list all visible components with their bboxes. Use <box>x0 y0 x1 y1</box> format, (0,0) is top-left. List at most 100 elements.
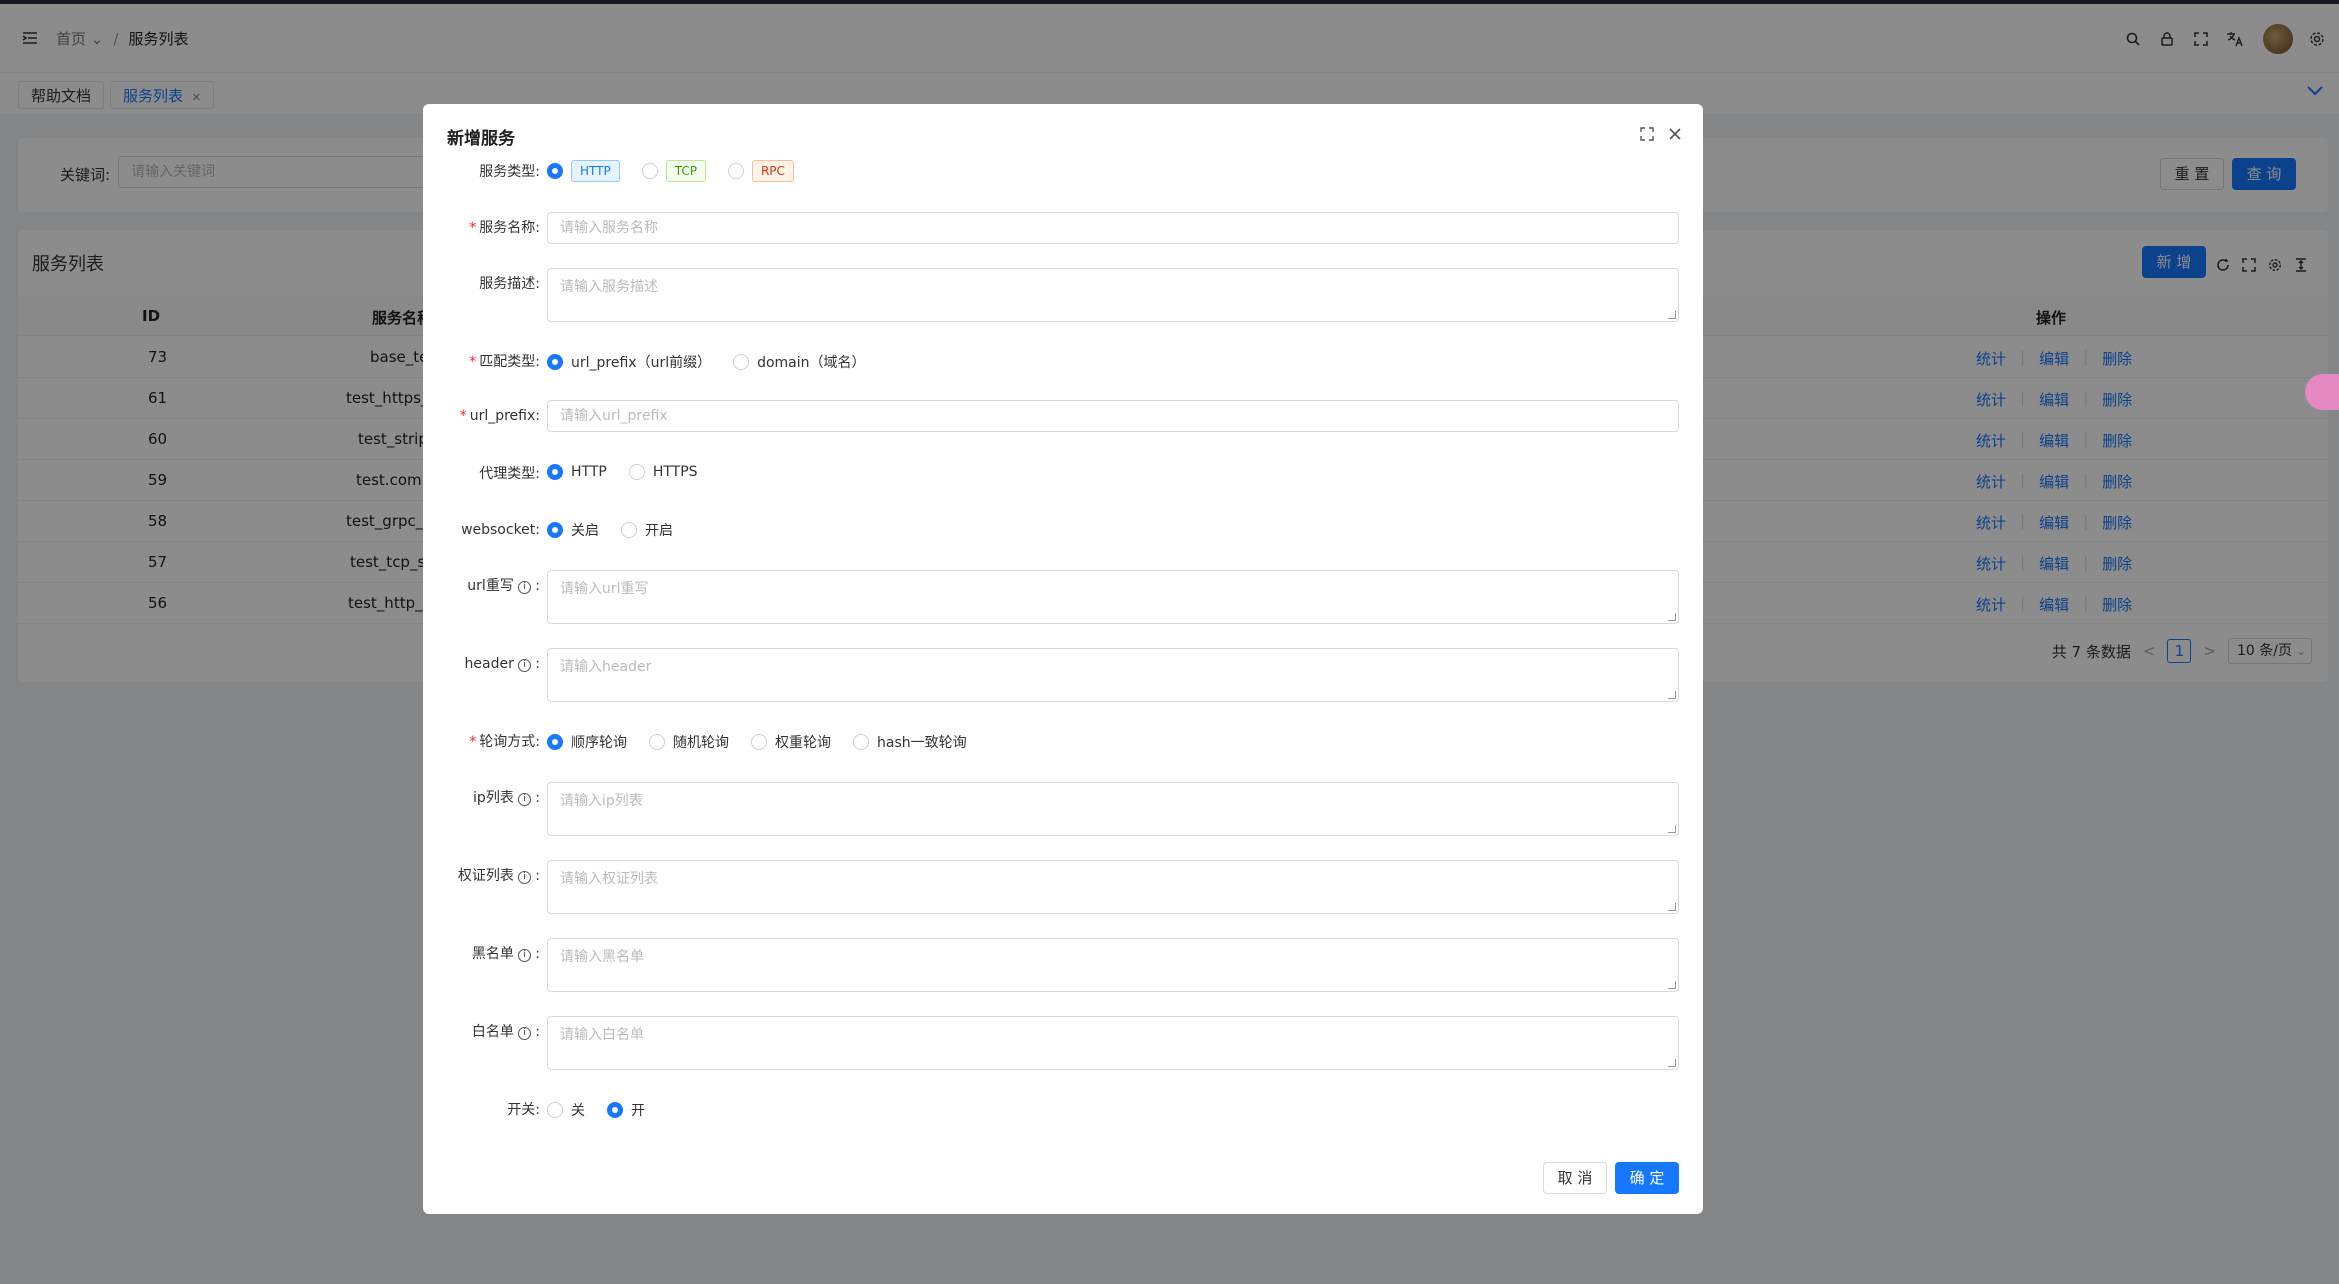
radio-switch-on[interactable]: 开 <box>607 1100 645 1120</box>
info-icon[interactable]: i <box>517 659 531 672</box>
radio-dot <box>607 1102 623 1118</box>
radio-dot <box>733 354 750 370</box>
label-text: websocket <box>461 522 536 538</box>
tag-tcp: TCP <box>665 160 706 182</box>
header-textarea[interactable]: 请输入header <box>547 648 1679 702</box>
radio-dot <box>641 163 658 179</box>
tag-rpc: RPC <box>751 160 794 182</box>
radio-label: HTTP <box>571 464 607 480</box>
radio-weighted[interactable]: 权重轮询 <box>751 732 831 752</box>
radio-label: 随机轮询 <box>673 735 729 751</box>
websocket-radio-group: 关启 开启 <box>547 520 695 540</box>
round-type-radio-group: 顺序轮询 随机轮询 权重轮询 hash一致轮询 <box>547 732 989 752</box>
label-colon: : <box>535 868 540 884</box>
label-text: 服务类型 <box>479 164 536 180</box>
header-label: header i : <box>465 654 540 674</box>
label-colon: : <box>535 790 540 806</box>
label-colon: : <box>535 408 540 424</box>
radio-proxy-https[interactable]: HTTPS <box>628 464 698 480</box>
radio-domain[interactable]: domain（域名） <box>733 352 866 372</box>
service-type-radio-group: HTTP TCP RPC <box>547 160 816 182</box>
fullscreen-icon[interactable] <box>1639 126 1655 142</box>
radio-round-robin[interactable]: 顺序轮询 <box>547 732 627 752</box>
switch-label: 开关: <box>507 1100 540 1120</box>
whitelist-textarea[interactable]: 请输入白名单 <box>547 1016 1679 1070</box>
dialog-tools <box>1639 126 1683 142</box>
radio-rpc[interactable]: RPC <box>727 160 794 182</box>
floating-assistant-icon[interactable] <box>2305 374 2339 410</box>
tag-http: HTTP <box>571 160 620 182</box>
info-icon[interactable]: i <box>517 581 531 594</box>
radio-websocket-off[interactable]: 关启 <box>547 520 599 540</box>
label-colon: : <box>535 946 540 962</box>
radio-tcp[interactable]: TCP <box>641 160 706 182</box>
url-prefix-label: * url_prefix: <box>460 406 540 426</box>
label-text: 匹配类型 <box>479 354 536 370</box>
match-type-radio-group: url_prefix（url前缀） domain（域名） <box>547 352 888 372</box>
whitelist-label: 白名单 i : <box>472 1022 540 1042</box>
label-text: ip列表 <box>473 790 514 806</box>
label-text: 权证列表 <box>457 868 514 884</box>
ip-list-label: ip列表 i : <box>473 788 540 808</box>
label-colon: : <box>535 276 540 292</box>
url-rewrite-textarea[interactable]: 请输入url重写 <box>547 570 1679 624</box>
radio-hash[interactable]: hash一致轮询 <box>853 732 967 752</box>
service-desc-textarea[interactable]: 请输入服务描述 <box>547 268 1679 322</box>
radio-switch-off[interactable]: 关 <box>547 1100 585 1120</box>
label-colon: : <box>535 164 540 180</box>
info-icon[interactable]: i <box>517 949 531 962</box>
blacklist-textarea[interactable]: 请输入黑名单 <box>547 938 1679 992</box>
radio-label: 关 <box>571 1103 585 1119</box>
label-colon: : <box>535 734 540 750</box>
websocket-label: websocket: <box>461 520 540 540</box>
radio-dot <box>727 163 744 179</box>
label-text: url_prefix <box>469 408 536 424</box>
info-icon[interactable]: i <box>517 871 531 884</box>
url-prefix-input[interactable]: 请输入url_prefix <box>547 400 1679 432</box>
label-text: 服务名称 <box>479 220 536 236</box>
required-mark: * <box>469 354 477 370</box>
radio-label: 关启 <box>571 523 599 539</box>
radio-label: 开 <box>631 1103 645 1119</box>
proxy-type-label: 代理类型: <box>479 464 540 484</box>
auth-list-textarea[interactable]: 请输入权证列表 <box>547 860 1679 914</box>
label-colon: : <box>535 1024 540 1040</box>
cancel-button[interactable]: 取 消 <box>1543 1162 1607 1194</box>
confirm-button[interactable]: 确 定 <box>1615 1162 1679 1194</box>
radio-label: url_prefix（url前缀） <box>571 355 712 371</box>
radio-dot <box>751 734 767 750</box>
switch-radio-group: 关 开 <box>547 1100 667 1120</box>
close-icon[interactable] <box>1667 126 1683 142</box>
info-icon[interactable]: i <box>517 793 531 806</box>
required-mark: * <box>469 734 477 750</box>
label-text: 轮询方式 <box>479 734 536 750</box>
service-name-input[interactable]: 请输入服务名称 <box>547 212 1679 244</box>
radio-label: hash一致轮询 <box>877 735 967 751</box>
radio-url-prefix[interactable]: url_prefix（url前缀） <box>547 352 711 372</box>
label-text: 白名单 <box>471 1024 514 1040</box>
radio-random[interactable]: 随机轮询 <box>649 732 729 752</box>
blacklist-label: 黑名单 i : <box>472 944 540 964</box>
radio-label: 开启 <box>645 523 673 539</box>
radio-dot <box>547 1102 563 1118</box>
radio-dot <box>621 522 637 538</box>
label-text: 开关 <box>507 1102 536 1118</box>
radio-dot <box>547 163 563 179</box>
radio-dot <box>628 464 645 480</box>
radio-label: 顺序轮询 <box>571 735 627 751</box>
ip-list-textarea[interactable]: 请输入ip列表 <box>547 782 1679 836</box>
label-text: url重写 <box>467 578 514 594</box>
proxy-type-radio-group: HTTP HTTPS <box>547 464 720 480</box>
label-text: 黑名单 <box>471 946 514 962</box>
label-colon: : <box>535 578 540 594</box>
radio-dot <box>853 734 869 750</box>
radio-websocket-on[interactable]: 开启 <box>621 520 673 540</box>
match-type-label: * 匹配类型: <box>469 352 540 372</box>
radio-http[interactable]: HTTP <box>547 160 620 182</box>
label-text: 代理类型 <box>479 466 536 482</box>
radio-label: domain（域名） <box>757 355 866 371</box>
info-icon[interactable]: i <box>517 1027 531 1040</box>
radio-dot <box>547 734 563 750</box>
radio-proxy-http[interactable]: HTTP <box>547 464 607 480</box>
url-rewrite-label: url重写 i : <box>467 576 540 596</box>
